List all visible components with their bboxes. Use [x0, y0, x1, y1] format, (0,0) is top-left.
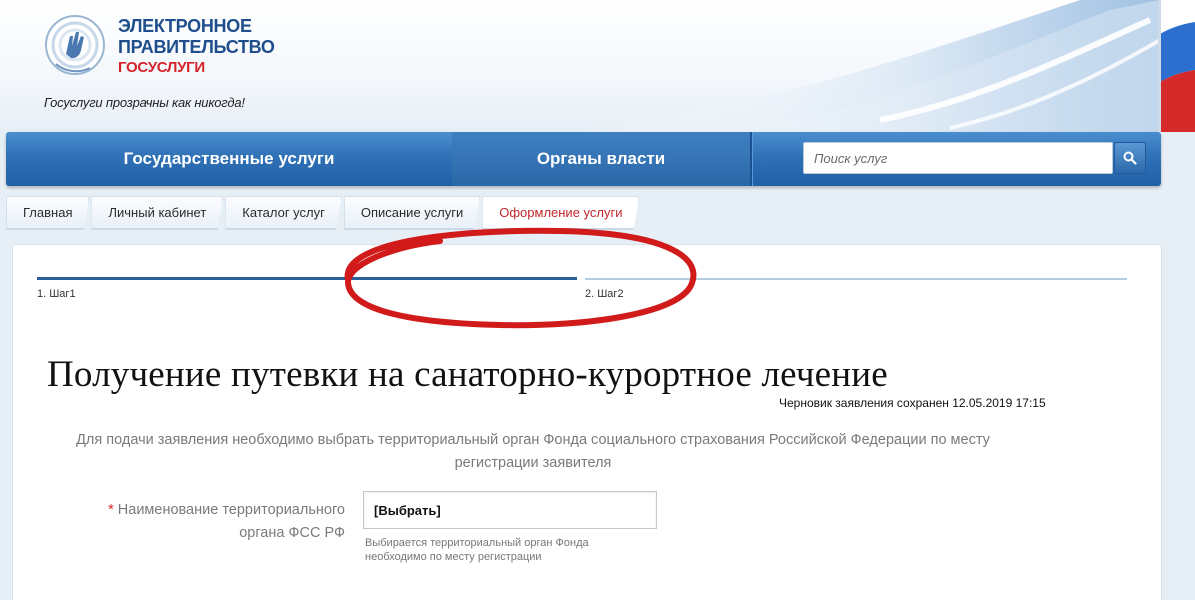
breadcrumb-service-catalog[interactable]: Каталог услуг	[225, 196, 342, 230]
logo-title-line3: ГОСУСЛУГИ	[118, 59, 205, 76]
site-header: ЭЛЕКТРОННОЕ ПРАВИТЕЛЬСТВО ГОСУСЛУГИ Госу…	[0, 0, 1195, 132]
nav-tab-authorities[interactable]: Органы власти	[452, 132, 750, 186]
breadcrumb: Главная Личный кабинет Каталог услуг Опи…	[6, 196, 641, 230]
breadcrumb-service-description[interactable]: Описание услуги	[344, 196, 480, 230]
header-slogan: Госуслуги прозрачны как никогда!	[44, 95, 245, 110]
fss-office-field-hint: Выбирается территориальный орган Фонда н…	[365, 537, 589, 563]
nav-tab-gov-services[interactable]: Государственные услуги	[6, 132, 452, 186]
gosuslugi-logo-icon	[45, 15, 105, 75]
form-intro-text: Для подачи заявления необходимо выбрать …	[76, 432, 990, 471]
logo-title-line2: ПРАВИТЕЛЬСТВО	[118, 37, 275, 57]
breadcrumb-home[interactable]: Главная	[6, 196, 89, 230]
step2-label[interactable]: 2. Шаг2	[585, 288, 624, 300]
main-navigation: Государственные услуги Органы власти	[6, 132, 1161, 186]
nav-divider	[750, 132, 752, 186]
page-title: Получение путевки на санаторно-курортное…	[47, 354, 888, 395]
breadcrumb-personal-account[interactable]: Личный кабинет	[91, 196, 223, 230]
fss-office-select[interactable]: [Выбрать]	[363, 491, 657, 529]
step1-progress-bar	[37, 277, 577, 280]
magnifier-icon	[1123, 151, 1137, 165]
logo-title-line1: ЭЛЕКТРОННОЕ	[118, 16, 252, 36]
breadcrumb-service-application[interactable]: Оформление услуги	[482, 196, 639, 230]
draft-saved-status: Черновик заявления сохранен 12.05.2019 1…	[779, 396, 1046, 410]
fss-office-field-label: * Наименование территориального органа Ф…	[73, 499, 345, 545]
step1-label[interactable]: 1. Шаг1	[37, 288, 76, 300]
required-mark: *	[108, 502, 114, 518]
fss-office-label-text: Наименование территориального органа ФСС…	[117, 502, 345, 541]
search-button[interactable]	[1114, 142, 1146, 174]
application-form-card: 1. Шаг1 2. Шаг2 Получение путевки на сан…	[12, 244, 1162, 600]
step2-progress-bar	[585, 278, 1127, 280]
search-input[interactable]	[803, 142, 1113, 174]
